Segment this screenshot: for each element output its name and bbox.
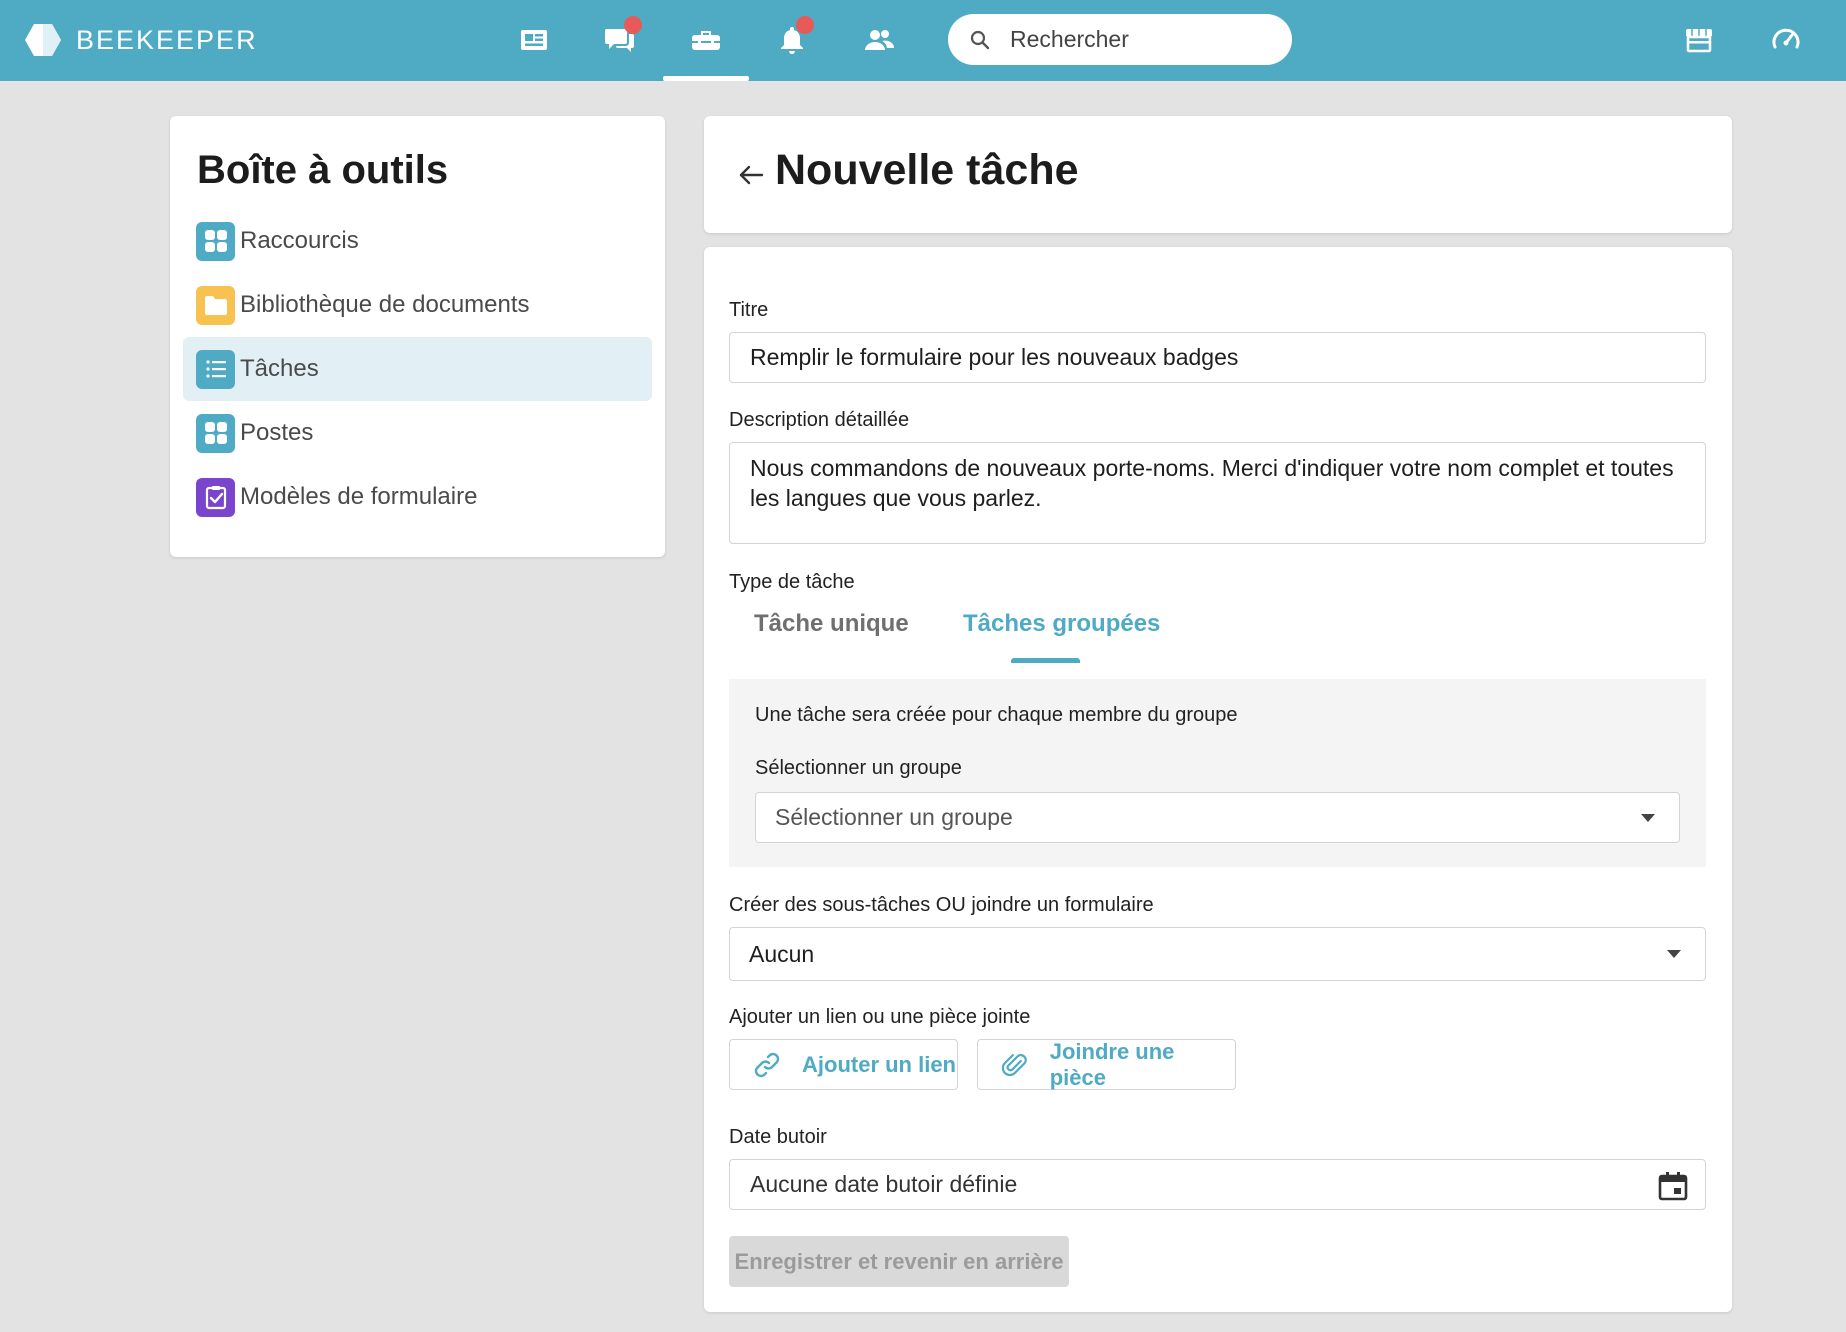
- tab-single-task[interactable]: Tâche unique: [754, 610, 909, 638]
- nav-people[interactable]: [859, 20, 899, 60]
- chevron-down-icon: [1667, 950, 1681, 958]
- due-date-field[interactable]: Aucune date butoir définie: [729, 1159, 1706, 1210]
- sidebar-item-label: Bibliothèque de documents: [240, 291, 530, 318]
- group-select-placeholder: Sélectionner un groupe: [775, 804, 1013, 830]
- sidebar-item-form-templates[interactable]: Modèles de formulaire: [183, 465, 652, 529]
- people-icon: [865, 30, 895, 50]
- news-feed-icon: [521, 30, 547, 50]
- sidebar-item-label: Raccourcis: [240, 227, 359, 254]
- new-task-form: Titre Remplir le formulaire pour les nou…: [704, 247, 1732, 1312]
- attachments-label: Ajouter un lien ou une pièce jointe: [729, 1006, 1031, 1028]
- description-field[interactable]: Nous commandons de nouveaux porte-noms. …: [729, 442, 1706, 544]
- chat-notification-dot: [624, 16, 642, 34]
- task-type-label: Type de tâche: [729, 571, 855, 593]
- sidebar-title: Boîte à outils: [197, 148, 449, 192]
- page-title: Nouvelle tâche: [775, 146, 1079, 194]
- folder-icon: [196, 285, 235, 325]
- sidebar-item-document-library[interactable]: Bibliothèque de documents: [183, 273, 652, 337]
- group-select[interactable]: Sélectionner un groupe: [755, 792, 1680, 843]
- add-link-button[interactable]: Ajouter un lien: [729, 1039, 958, 1090]
- title-label: Titre: [729, 299, 769, 321]
- nav-dashboard[interactable]: [1766, 20, 1806, 60]
- search-bar[interactable]: [948, 14, 1292, 65]
- dashboard-gauge-icon: [1772, 28, 1800, 49]
- sidebar-item-tasks[interactable]: Tâches: [183, 337, 652, 401]
- calendar-icon[interactable]: [1657, 1170, 1689, 1202]
- active-tab-indicator: [1011, 658, 1080, 663]
- sidebar-item-posts[interactable]: Postes: [183, 401, 652, 465]
- title-value: Remplir le formulaire pour les nouveaux …: [750, 344, 1239, 370]
- nav-notifications[interactable]: [772, 16, 814, 60]
- group-panel: Une tâche sera créée pour chaque membre …: [729, 679, 1706, 867]
- due-date-value: Aucune date butoir définie: [750, 1171, 1018, 1197]
- nav-toolbox[interactable]: [686, 20, 726, 60]
- subtasks-value: Aucun: [749, 940, 815, 967]
- sidebar-item-label: Modèles de formulaire: [240, 483, 478, 510]
- grid-icon: [196, 221, 235, 261]
- title-field[interactable]: Remplir le formulaire pour les nouveaux …: [729, 332, 1706, 383]
- sidebar-item-label: Postes: [240, 419, 314, 446]
- list-icon: [196, 349, 235, 389]
- notifications-dot: [796, 16, 814, 34]
- marketplace-icon: [1686, 29, 1712, 53]
- toolbox-sidebar: Boîte à outils Raccourcis Bibliothèque d…: [170, 116, 665, 557]
- task-type-tabs: Tâche unique Tâches groupées: [729, 610, 1706, 668]
- nav-news-feed[interactable]: [514, 20, 554, 60]
- nav-marketplace[interactable]: [1679, 20, 1719, 60]
- nav-chats[interactable]: [600, 16, 642, 60]
- attach-file-label: Joindre une pièce: [1049, 1038, 1175, 1090]
- attach-file-button[interactable]: Joindre une pièce: [977, 1039, 1236, 1090]
- description-label: Description détaillée: [729, 409, 910, 431]
- add-link-label: Ajouter un lien: [802, 1051, 956, 1077]
- due-date-label: Date butoir: [729, 1126, 827, 1148]
- top-navigation-bar: BEEKEEPER: [0, 0, 1846, 81]
- group-select-label: Sélectionner un groupe: [755, 757, 962, 779]
- chevron-down-icon: [1641, 813, 1655, 822]
- beekeeper-logo[interactable]: BEEKEEPER: [24, 22, 258, 58]
- paperclip-icon: [1001, 1053, 1027, 1076]
- back-arrow-icon[interactable]: [736, 160, 766, 190]
- clipboard-check-icon: [196, 477, 235, 517]
- sidebar-item-label: Tâches: [240, 355, 319, 382]
- beekeeper-logo-icon: [25, 24, 61, 56]
- save-and-go-back-button[interactable]: Enregistrer et revenir en arrière: [729, 1236, 1069, 1287]
- tab-grouped-tasks[interactable]: Tâches groupées: [963, 610, 1160, 638]
- logo-text: BEEKEEPER: [76, 24, 258, 55]
- toolbox-icon: [692, 31, 720, 50]
- search-icon: [970, 30, 990, 49]
- link-icon: [754, 1052, 780, 1077]
- page-header: Nouvelle tâche: [704, 116, 1732, 233]
- sidebar-item-shortcuts[interactable]: Raccourcis: [183, 209, 652, 273]
- active-nav-indicator: [663, 76, 749, 81]
- description-value: Nous commandons de nouveaux porte-noms. …: [750, 455, 1674, 511]
- group-info-text: Une tâche sera créée pour chaque membre …: [755, 704, 1238, 726]
- subtasks-label: Créer des sous-tâches OU joindre un form…: [729, 894, 1154, 916]
- search-input[interactable]: [1010, 26, 1280, 53]
- subtasks-select[interactable]: Aucun: [729, 927, 1706, 981]
- grid-icon: [196, 413, 235, 453]
